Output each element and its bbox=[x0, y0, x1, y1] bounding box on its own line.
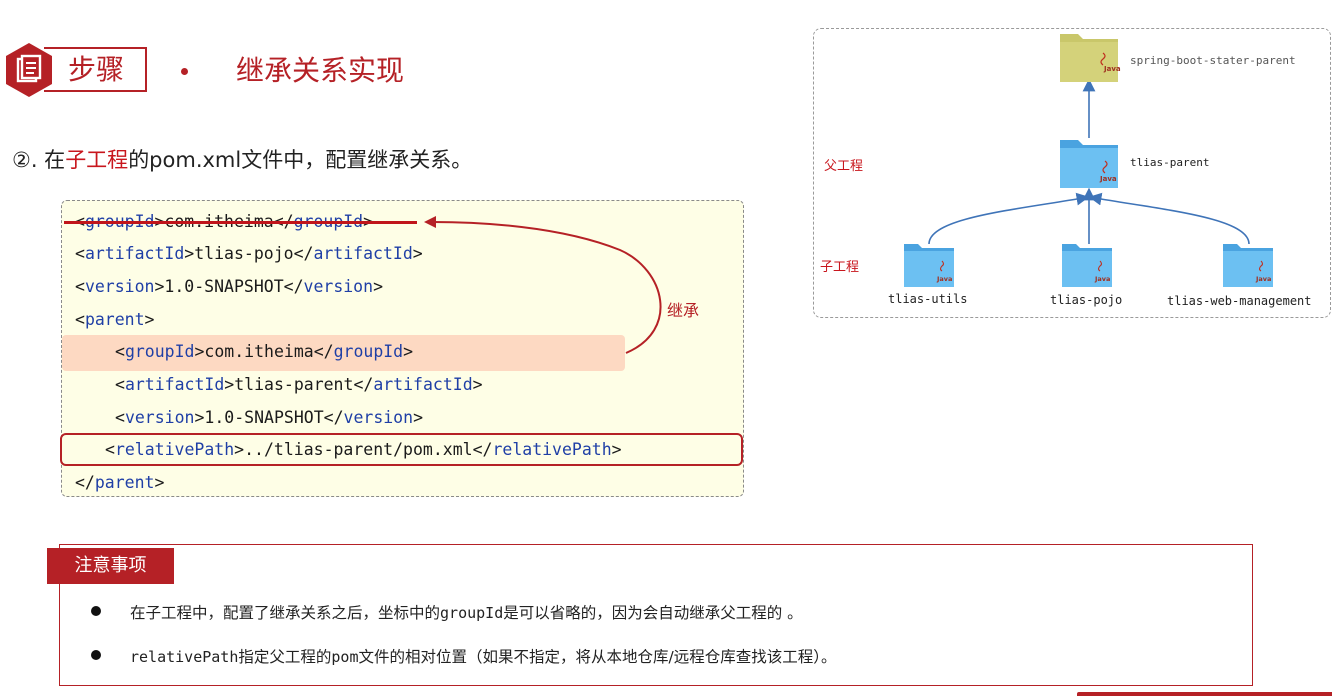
note-bullet bbox=[91, 606, 101, 616]
code-line-relativepath: <relativePath>../tlias-parent/pom.xml</r… bbox=[105, 440, 622, 459]
root-folder-icon: Java bbox=[1060, 34, 1121, 82]
child-project-label: tlias-utils bbox=[888, 292, 968, 306]
child-project-label: tlias-pojo bbox=[1050, 293, 1123, 307]
svg-text:Java: Java bbox=[1099, 175, 1117, 183]
svg-text:Java: Java bbox=[1255, 275, 1271, 283]
code-line-parent-open: <parent> bbox=[75, 310, 155, 329]
svg-text:Java: Java bbox=[1103, 65, 1121, 73]
root-project-label: spring-boot-stater-parent bbox=[1130, 54, 1296, 67]
strikethrough-line bbox=[64, 221, 417, 224]
parent-folder-icon: Java bbox=[1060, 140, 1118, 188]
child-project-label: tlias-web-management bbox=[1167, 294, 1312, 308]
title-bullet bbox=[181, 68, 188, 75]
code-line-parent-artifactid: <artifactId>tlias-parent</artifactId> bbox=[115, 375, 483, 394]
page-title: 继承关系实现 bbox=[236, 54, 405, 87]
child-group-label: 子工程 bbox=[820, 260, 860, 275]
code-line-parent-close: </parent> bbox=[75, 473, 165, 492]
step-label: 步骤 bbox=[68, 53, 125, 86]
code-line-version: <version>1.0-SNAPSHOT</version> bbox=[75, 277, 383, 296]
note-bullet bbox=[91, 650, 101, 660]
instruction-suffix: 的pom.xml文件中，配置继承关系。 bbox=[128, 148, 473, 172]
note-item: relativePath指定父工程的pom文件的相对位置（如果不指定，将从本地仓… bbox=[130, 648, 837, 666]
svg-text:Java: Java bbox=[1094, 275, 1110, 283]
inherit-label: 继承 bbox=[667, 301, 700, 320]
child-folder-icon: Java bbox=[904, 244, 954, 287]
code-line-parent-groupid: <groupId>com.itheima</groupId> bbox=[115, 342, 414, 361]
instruction-highlight: 子工程 bbox=[65, 148, 129, 172]
instruction-prefix: ②. 在 bbox=[12, 148, 66, 172]
code-line-parent-version: <version>1.0-SNAPSHOT</version> bbox=[115, 408, 423, 427]
inheritance-diagram-graphic: Java Java Java Java Java bbox=[904, 34, 1273, 287]
child-folder-icon: Java bbox=[1062, 244, 1112, 287]
corner-accent-bar bbox=[1077, 692, 1332, 696]
parent-group-label: 父工程 bbox=[824, 159, 864, 174]
child-folder-icon: Java bbox=[1223, 244, 1273, 287]
parent-project-label: tlias-parent bbox=[1130, 156, 1210, 169]
instruction-text: ②. 在子工程的pom.xml文件中，配置继承关系。 bbox=[12, 144, 472, 176]
note-item: 在子工程中，配置了继承关系之后，坐标中的groupId是可以省略的，因为会自动继… bbox=[130, 604, 803, 622]
code-line-artifactid: <artifactId>tlias-pojo</artifactId> bbox=[75, 244, 423, 263]
svg-text:Java: Java bbox=[936, 275, 952, 283]
notes-title: 注意事项 bbox=[47, 548, 174, 584]
